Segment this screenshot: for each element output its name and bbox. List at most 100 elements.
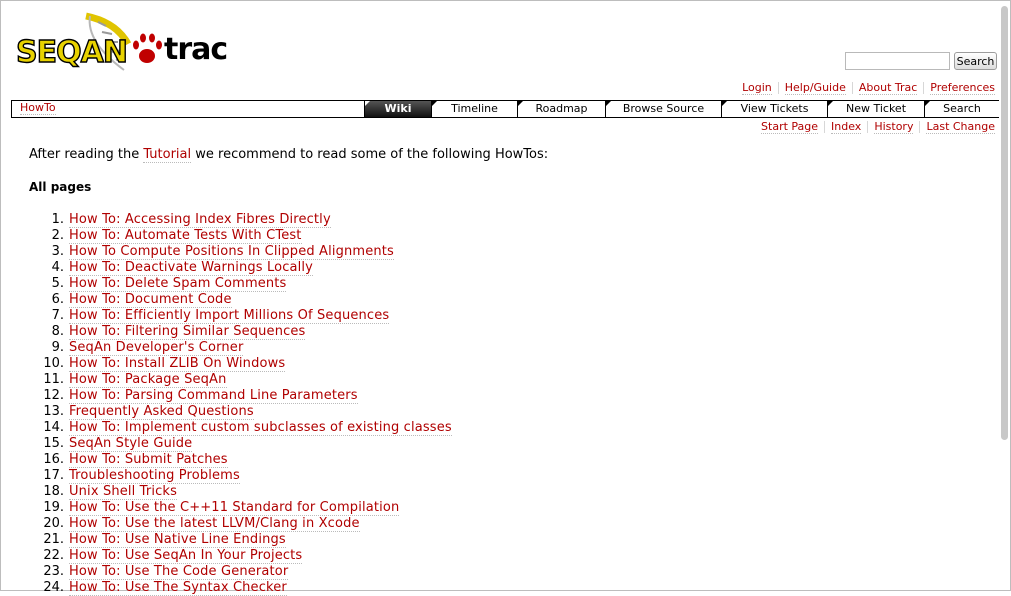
howto-link[interactable]: How To: Use The Code Generator [69,564,289,580]
scrollbar-thumb[interactable] [1001,6,1008,440]
tab-wiki[interactable]: Wiki [364,101,431,117]
logo-seqan-text: SEQAN [16,35,127,70]
list-item: 12. How To: Parsing Command Line Paramete… [29,388,452,404]
howto-link[interactable]: How To: Parsing Command Line Parameters [69,388,358,404]
howto-link[interactable]: SeqAn Developer's Corner [69,340,244,356]
howto-link[interactable]: How To Compute Positions In Clipped Alig… [69,244,394,260]
list-item-number: 11. [43,372,64,387]
list-item-number: 18. [43,484,64,499]
howto-link[interactable]: How To: Implement custom subclasses of e… [69,420,452,436]
list-item-number: 19. [43,500,64,515]
howto-link[interactable]: Troubleshooting Problems [69,468,240,484]
list-item-number: 24. [43,580,64,595]
list-item-number: 10. [43,356,64,371]
preferences-link[interactable]: Preferences [930,81,995,95]
search-button[interactable]: Search [954,52,997,70]
list-item: 20. How To: Use the latest LLVM/Clang in … [29,516,452,532]
list-item-number: 5. [51,276,64,291]
list-item: 3. How To Compute Positions In Clipped Al… [29,244,452,260]
howto-link[interactable]: How To: Filtering Similar Sequences [69,324,306,340]
tab-view-tickets[interactable]: View Tickets [721,101,827,117]
seqan-trac-logo[interactable]: SEQAN trac [16,12,236,82]
list-item-number: 6. [51,292,64,307]
tab-new-ticket[interactable]: New Ticket [827,101,924,117]
howto-link[interactable]: How To: Delete Spam Comments [69,276,287,292]
list-item: 16. How To: Submit Patches [29,452,452,468]
list-item-number: 14. [43,420,64,435]
howto-link[interactable]: How To: Use the C++11 Standard for Compi… [69,500,400,516]
list-item: 15. SeqAn Style Guide [29,436,452,452]
paw-icon [133,33,162,63]
tab-browse-source[interactable]: Browse Source [605,101,721,117]
main-nav: HowTo Wiki Timeline Roadmap Browse Sourc… [11,100,999,118]
search-input[interactable] [845,52,950,70]
list-item-number: 23. [43,564,64,579]
list-item-number: 9. [51,340,64,355]
howto-link[interactable]: How To: Document Code [69,292,232,308]
list-item: 17. Troubleshooting Problems [29,468,452,484]
intro-text-after: we recommend to read some of the followi… [191,147,549,162]
list-item-number: 20. [43,516,64,531]
history-link[interactable]: History [874,120,914,134]
list-item-number: 3. [51,244,64,259]
howto-link[interactable]: SeqAn Style Guide [69,436,193,452]
list-item: 5. How To: Delete Spam Comments [29,276,452,292]
login-link[interactable]: Login [742,81,772,95]
list-item: 9. SeqAn Developer's Corner [29,340,452,356]
howto-link[interactable]: How To: Automate Tests With CTest [69,228,302,244]
list-item: 13. Frequently Asked Questions [29,404,452,420]
logo-graphic: SEQAN trac [16,12,228,71]
list-item-number: 12. [43,388,64,403]
howto-link[interactable]: How To: Package SeqAn [69,372,227,388]
list-item: 21. How To: Use Native Line Endings [29,532,452,548]
list-item: 1. How To: Accessing Index Fibres Directl… [29,212,452,228]
about-trac-link[interactable]: About Trac [858,81,918,95]
howto-link[interactable]: How To: Use SeqAn In Your Projects [69,548,303,564]
howto-link[interactable]: Unix Shell Tricks [69,484,178,500]
list-item-number: 4. [51,260,64,275]
howto-link[interactable]: How To: Use Native Line Endings [69,532,286,548]
tab-timeline[interactable]: Timeline [431,101,517,117]
howto-list: 1. How To: Accessing Index Fibres Directl… [29,212,452,596]
howto-link[interactable]: How To: Use the latest LLVM/Clang in Xco… [69,516,360,532]
list-item-number: 16. [43,452,64,467]
start-page-link[interactable]: Start Page [761,120,819,134]
list-item-number: 1. [51,212,64,227]
list-item: 10. How To: Install ZLIB On Windows [29,356,452,372]
logo-trac-text: trac [164,32,227,67]
list-item-number: 21. [43,532,64,547]
list-item: 23. How To: Use The Code Generator [29,564,452,580]
breadcrumb-howto[interactable]: HowTo [20,102,56,115]
howto-link[interactable]: How To: Install ZLIB On Windows [69,356,286,372]
tutorial-link[interactable]: Tutorial [143,147,192,163]
help-guide-link[interactable]: Help/Guide [784,81,846,95]
list-item: 2. How To: Automate Tests With CTest [29,228,452,244]
list-item: 7. How To: Efficiently Import Millions Of… [29,308,452,324]
list-item: 19. How To: Use the C++11 Standard for Co… [29,500,452,516]
list-item-number: 17. [43,468,64,483]
howto-link[interactable]: How To: Use The Syntax Checker [69,580,287,596]
tab-roadmap[interactable]: Roadmap [517,101,605,117]
section-heading: All pages [29,180,92,194]
howto-link[interactable]: How To: Efficiently Import Millions Of S… [69,308,390,324]
list-item: 14. How To: Implement custom subclasses o… [29,420,452,436]
list-item: 8. How To: Filtering Similar Sequences [29,324,452,340]
list-item: 22. How To: Use SeqAn In Your Projects [29,548,452,564]
intro-paragraph: After reading the Tutorial we recommend … [29,147,549,163]
index-link[interactable]: Index [831,120,862,134]
list-item-number: 13. [43,404,64,419]
howto-link[interactable]: How To: Submit Patches [69,452,228,468]
list-item: 4. How To: Deactivate Warnings Locally [29,260,452,276]
scrollbar[interactable] [1001,2,1009,589]
howto-link[interactable]: Frequently Asked Questions [69,404,254,420]
list-item: 18. Unix Shell Tricks [29,484,452,500]
last-change-link[interactable]: Last Change [926,120,995,134]
meta-nav: Login Help/Guide About Trac Preferences [736,81,995,95]
list-item: 11. How To: Package SeqAn [29,372,452,388]
intro-text-before: After reading the [29,147,144,162]
howto-link[interactable]: How To: Deactivate Warnings Locally [69,260,314,276]
list-item-number: 8. [51,324,64,339]
tab-search[interactable]: Search [924,101,999,117]
list-item-number: 7. [51,308,64,323]
howto-link[interactable]: How To: Accessing Index Fibres Directly [69,212,331,228]
